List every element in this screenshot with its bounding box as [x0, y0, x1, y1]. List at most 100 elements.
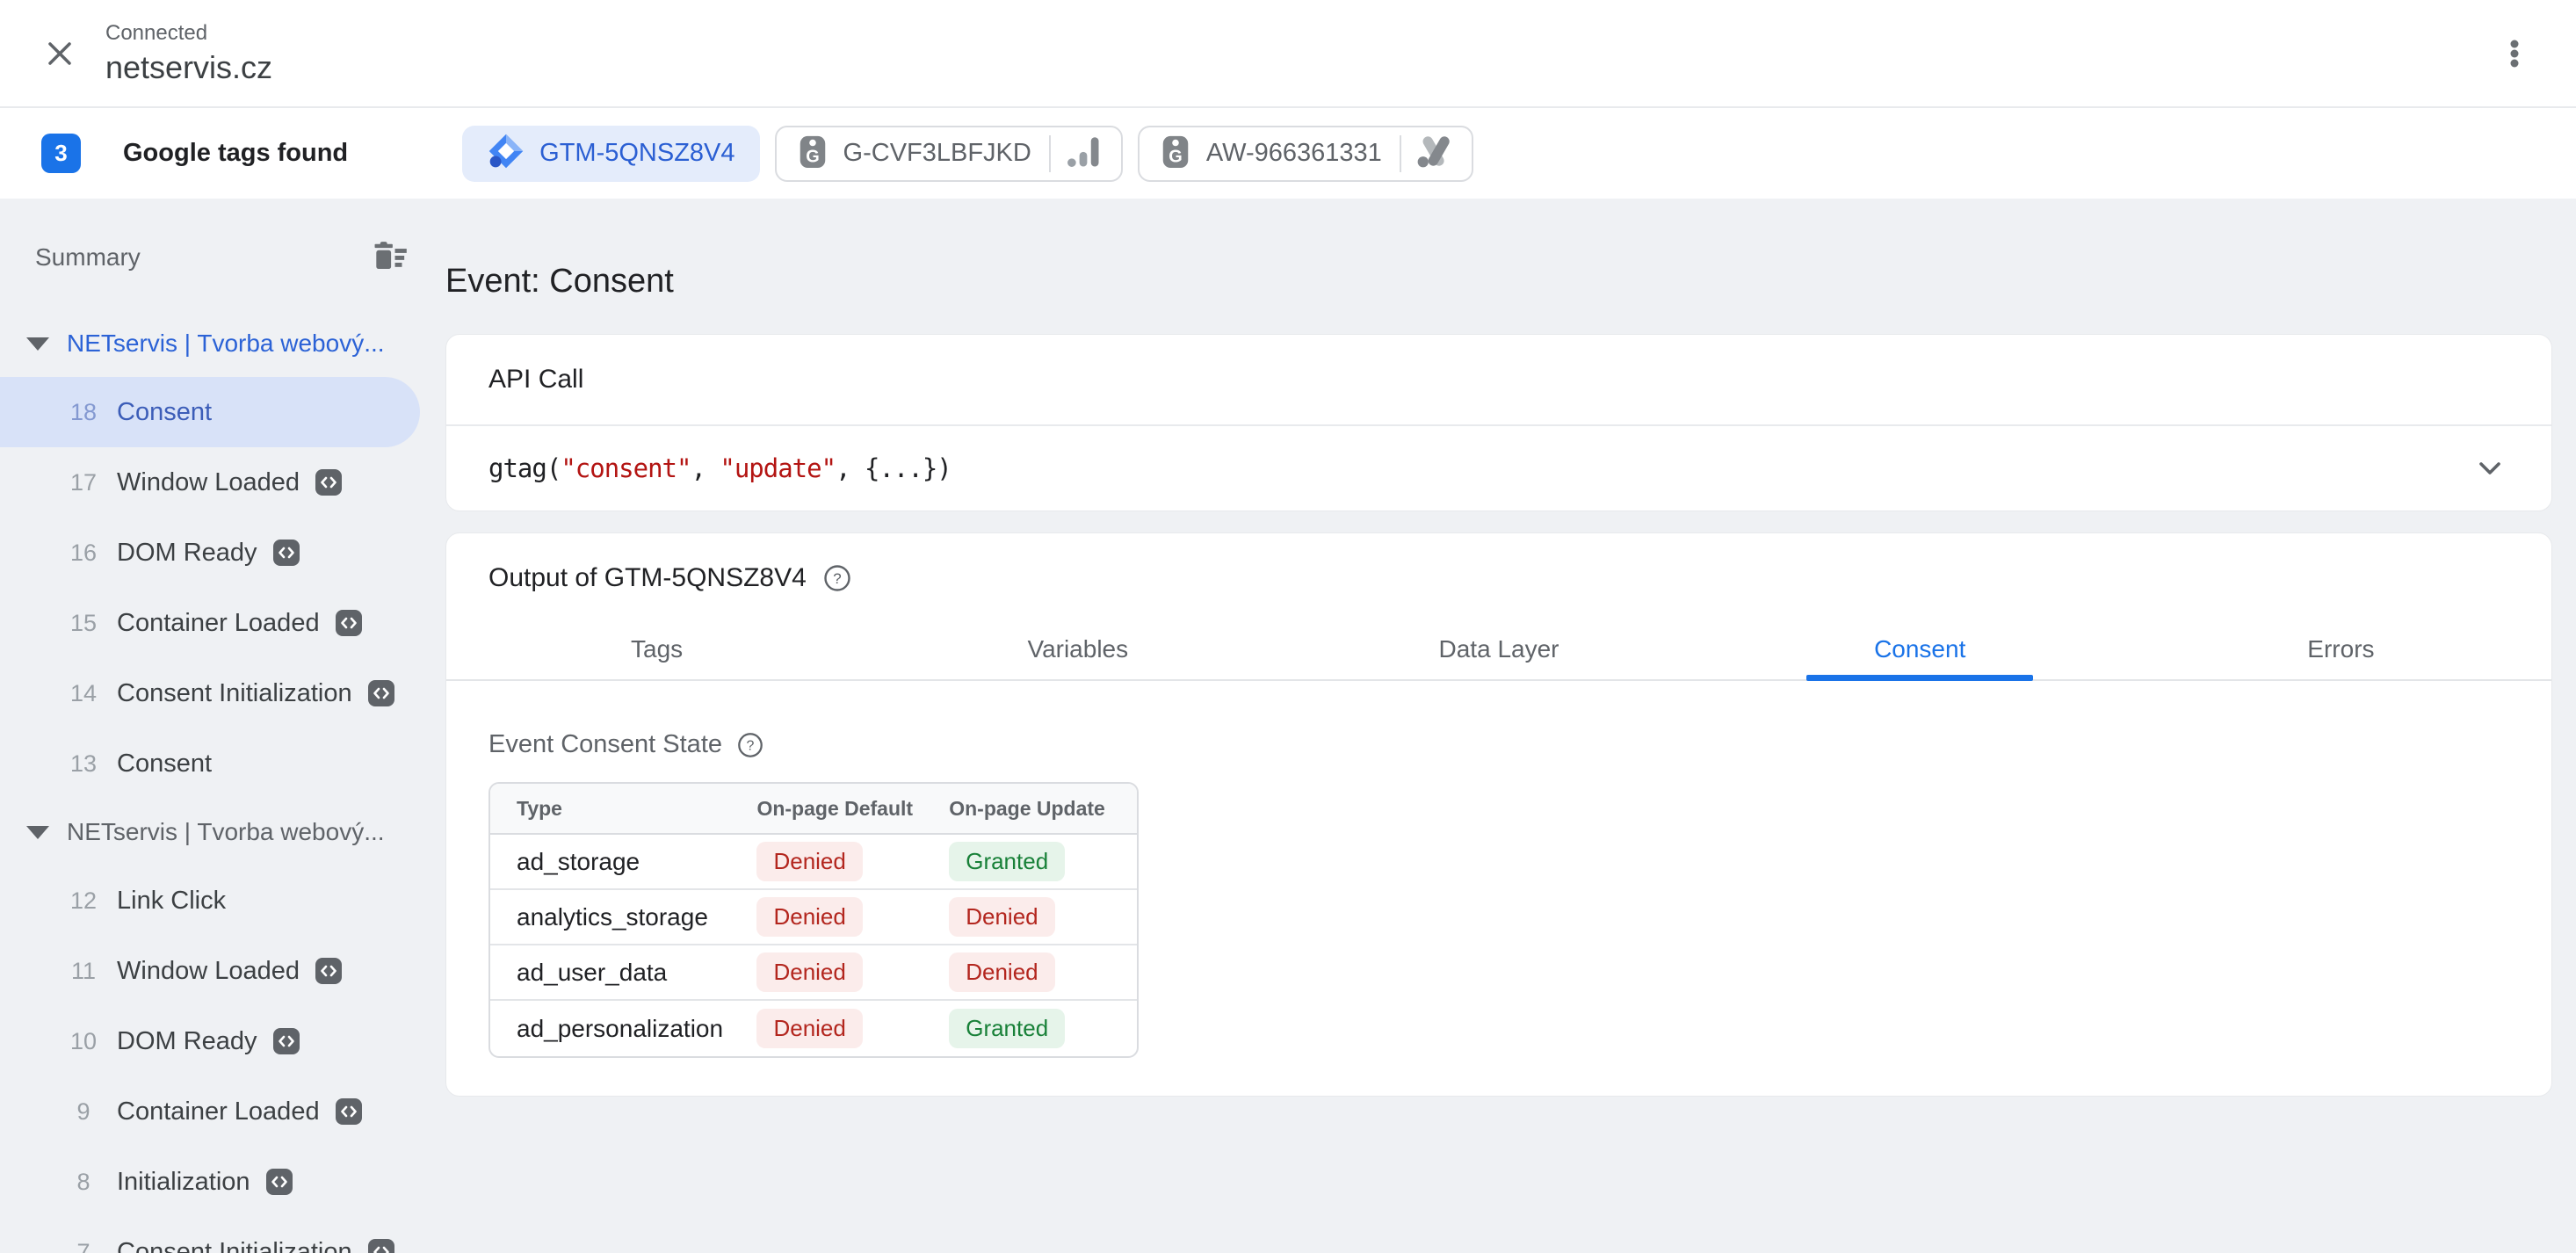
- summary-label: Summary: [35, 243, 141, 272]
- column-header: On-page Update: [949, 797, 1137, 821]
- sidebar-item-event[interactable]: 16 DOM Ready: [0, 518, 444, 588]
- output-title: Output of GTM-5QNSZ8V4: [488, 563, 807, 593]
- clear-list-icon[interactable]: [372, 239, 412, 277]
- event-label: Consent: [117, 750, 212, 779]
- event-label: Window Loaded: [117, 468, 300, 497]
- group-label: NETservis | Tvorba webový...: [67, 818, 385, 846]
- tags-count-badge: 3: [41, 134, 81, 173]
- tab-data-layer[interactable]: Data Layer: [1288, 619, 1709, 679]
- tag-chip-analytics[interactable]: G G-CVF3LBFJKD: [775, 126, 1123, 182]
- sidebar-group-header-2[interactable]: NETservis | Tvorba webový...: [0, 799, 444, 866]
- connection-status: Connected: [105, 21, 272, 46]
- event-number: 16: [64, 540, 103, 567]
- sidebar-item-event[interactable]: 9 Container Loaded: [0, 1076, 444, 1147]
- consent-tab-panel: Event Consent State ? Type On-page Defau…: [446, 730, 2551, 1058]
- consent-state-table: Type On-page Default On-page Update ad_s…: [488, 782, 1139, 1058]
- connected-site: netservis.cz: [105, 49, 272, 86]
- api-call-card: API Call gtag("consent", "update", {...}…: [445, 334, 2552, 511]
- status-badge: Denied: [949, 952, 1054, 992]
- consent-state-heading: Event Consent State: [488, 730, 722, 759]
- sidebar-item-event[interactable]: 7 Consent Initialization: [0, 1217, 444, 1253]
- event-number: 9: [64, 1098, 103, 1126]
- event-label: Link Click: [117, 887, 226, 916]
- event-label: Initialization: [117, 1168, 250, 1197]
- connection-info: Connected netservis.cz: [105, 21, 272, 86]
- code-event-icon: [266, 1169, 293, 1195]
- table-row: ad_storage Denied Granted: [490, 835, 1137, 890]
- google-tag-icon: G: [796, 131, 829, 176]
- column-header: On-page Default: [756, 797, 949, 821]
- chip-divider: [1049, 135, 1051, 172]
- analytics-icon: [1065, 133, 1102, 174]
- sidebar-item-event[interactable]: 8 Initialization: [0, 1147, 444, 1217]
- event-label: Consent Initialization: [117, 1238, 352, 1253]
- event-number: 14: [64, 680, 103, 707]
- event-label: Window Loaded: [117, 957, 300, 986]
- status-badge: Denied: [756, 952, 862, 992]
- help-icon[interactable]: ?: [736, 731, 764, 759]
- sidebar-item-event[interactable]: 15 Container Loaded: [0, 588, 444, 658]
- event-number: 7: [64, 1239, 103, 1253]
- google-ads-icon: [1415, 133, 1452, 174]
- tab-variables[interactable]: Variables: [867, 619, 1288, 679]
- sidebar-item-event[interactable]: 10 DOM Ready: [0, 1006, 444, 1076]
- tab-consent[interactable]: Consent: [1710, 619, 2131, 679]
- chip-divider: [1400, 135, 1401, 172]
- tag-manager-icon: [487, 132, 525, 175]
- event-sidebar: Summary NETservis | Tvorba webový... 18 …: [0, 199, 444, 1253]
- code-event-icon: [273, 1028, 300, 1054]
- svg-text:?: ?: [833, 570, 841, 587]
- sidebar-group-header-1[interactable]: NETservis | Tvorba webový...: [0, 310, 444, 377]
- tag-chip-id: AW-966361331: [1206, 139, 1382, 168]
- status-badge: Denied: [756, 842, 862, 881]
- output-card: Output of GTM-5QNSZ8V4 ? Tags Variables …: [445, 532, 2552, 1097]
- top-header: Connected netservis.cz: [0, 0, 2576, 108]
- svg-text:G: G: [1169, 147, 1183, 166]
- api-call-row: gtag("consent", "update", {...}): [446, 426, 2551, 511]
- event-number: 11: [64, 958, 103, 985]
- code-event-icon: [273, 540, 300, 566]
- event-label: Consent: [117, 398, 212, 427]
- sidebar-item-event[interactable]: 14 Consent Initialization: [0, 658, 444, 728]
- more-options-icon[interactable]: [2493, 33, 2536, 75]
- tab-tags[interactable]: Tags: [446, 619, 867, 679]
- event-number: 18: [64, 399, 103, 426]
- sidebar-item-event[interactable]: 17 Window Loaded: [0, 447, 444, 518]
- svg-text:G: G: [806, 147, 820, 166]
- consent-type: ad_user_data: [490, 959, 756, 987]
- tab-errors[interactable]: Errors: [2131, 619, 2551, 679]
- event-number: 17: [64, 469, 103, 496]
- table-header-row: Type On-page Default On-page Update: [490, 784, 1137, 835]
- status-badge: Granted: [949, 842, 1065, 881]
- chevron-down-icon[interactable]: [2471, 449, 2509, 488]
- tag-chip-id: G-CVF3LBFJKD: [843, 139, 1031, 168]
- google-tags-bar: 3 Google tags found GTM-5QNSZ8V4 G: [0, 108, 2576, 199]
- api-call-title: API Call: [488, 365, 583, 395]
- tag-chip-id: GTM-5QNSZ8V4: [539, 139, 734, 168]
- tags-found-label: Google tags found: [123, 139, 348, 168]
- collapse-caret-icon: [26, 337, 49, 351]
- sidebar-item-summary[interactable]: Summary: [0, 231, 444, 284]
- google-tag-icon: G: [1159, 131, 1192, 176]
- event-label: Container Loaded: [117, 609, 320, 638]
- table-row: ad_user_data Denied Denied: [490, 945, 1137, 1001]
- sidebar-item-event[interactable]: 11 Window Loaded: [0, 936, 444, 1006]
- sidebar-item-event[interactable]: 18 Consent: [0, 377, 420, 447]
- tag-chip-gtm[interactable]: GTM-5QNSZ8V4: [462, 126, 759, 182]
- tag-chip-ads[interactable]: G AW-966361331: [1138, 126, 1473, 182]
- sidebar-item-event[interactable]: 12 Link Click: [0, 866, 444, 936]
- event-label: Container Loaded: [117, 1097, 320, 1126]
- close-icon[interactable]: [40, 34, 79, 73]
- help-icon[interactable]: ?: [822, 563, 852, 593]
- sidebar-item-event[interactable]: 13 Consent: [0, 728, 444, 799]
- column-header: Type: [490, 797, 756, 821]
- table-row: ad_personalization Denied Granted: [490, 1001, 1137, 1056]
- code-event-icon: [336, 1098, 362, 1125]
- event-number: 13: [64, 750, 103, 778]
- event-label: DOM Ready: [117, 539, 257, 568]
- page-title: Event: Consent: [445, 262, 2552, 301]
- event-number: 15: [64, 610, 103, 637]
- code-event-icon: [336, 610, 362, 636]
- code-event-icon: [315, 958, 342, 984]
- group-label: NETservis | Tvorba webový...: [67, 330, 385, 358]
